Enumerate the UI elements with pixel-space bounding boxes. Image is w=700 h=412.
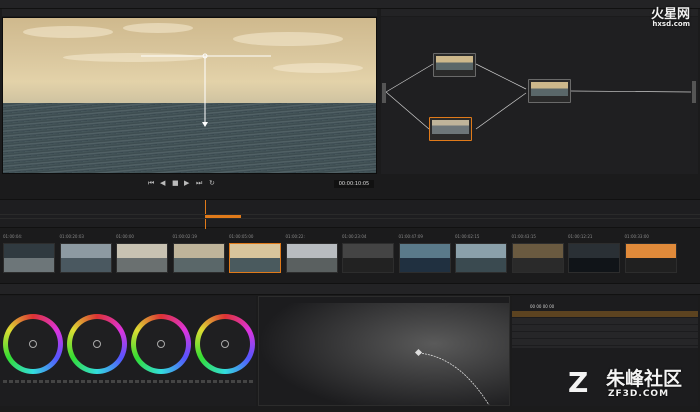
color-wheels-panel	[0, 296, 256, 406]
gain-wheel[interactable]	[131, 314, 191, 374]
clip-timecode: 01:00:47:09	[398, 234, 423, 239]
stop-icon[interactable]: ■	[172, 179, 179, 187]
viewer-toolbar	[2, 9, 377, 16]
skip-start-icon[interactable]: ⏮	[148, 179, 154, 187]
transport-bar: ⏮ ◀ ■ ▶ ⏭ ↻ 00:00:10:05	[2, 176, 377, 191]
clip-thumbnail[interactable]	[3, 243, 55, 273]
hxsd-logo: 火星网 hxsd.com	[650, 7, 690, 28]
play-icon[interactable]: ▶	[184, 179, 189, 187]
clip-thumbnail[interactable]	[59, 243, 112, 273]
layer-rows	[512, 318, 698, 348]
clip-timecode: 01:00:02:19	[172, 234, 197, 239]
zf3d-logo: 朱峰社区 ZF3D.COM Z	[568, 366, 683, 399]
window-widget[interactable]	[3, 18, 377, 174]
video-viewer[interactable]	[2, 17, 377, 174]
skip-end-icon[interactable]: ⏭	[196, 179, 202, 187]
node-editor[interactable]	[381, 17, 698, 174]
serial-node-2[interactable]	[429, 117, 472, 141]
clip-timecode: 01:00:00	[116, 234, 134, 239]
clip-timecode: 01:00:33:00	[624, 234, 649, 239]
clip-timecode: 01:00:04:	[3, 234, 23, 239]
layer-row-selected[interactable]	[512, 311, 698, 317]
wheel-sliders[interactable]	[3, 380, 253, 383]
timecode-display: 00:00:10:05	[334, 180, 374, 188]
clip-timecode: 01:00:23:04	[342, 234, 367, 239]
clip-timecode: 01:00:43:15	[511, 234, 536, 239]
clip-thumbnail[interactable]	[398, 243, 451, 273]
mini-timeline[interactable]	[0, 199, 700, 229]
clip-thumbnail[interactable]	[229, 243, 281, 273]
clip-thumbnail[interactable]	[624, 243, 677, 273]
timeline-track	[0, 214, 700, 219]
clip-thumbnail[interactable]	[455, 243, 507, 273]
layer-timecode: 00 00 00 00	[530, 304, 555, 309]
clip-timecode: 01:00:20:03	[59, 234, 84, 239]
clip-thumbnail[interactable]	[285, 243, 338, 273]
gamma-wheel[interactable]	[67, 314, 127, 374]
top-toolbar	[0, 0, 700, 9]
clip-timecode: 01:00:12:21	[568, 234, 593, 239]
mixer-node[interactable]	[528, 79, 571, 103]
curves-panel[interactable]	[258, 296, 510, 406]
palette-toolbar	[0, 283, 700, 295]
clip-thumbnail[interactable]	[172, 243, 225, 273]
lift-wheel[interactable]	[3, 314, 63, 374]
clip-thumbnail[interactable]	[511, 243, 564, 273]
serial-node-1[interactable]	[433, 53, 476, 77]
curve-graph[interactable]	[259, 297, 509, 406]
clip-strip: 01:00:04: 01:00:20:03 01:00:00 01:00:02:19 0…	[0, 234, 700, 278]
clip-thumbnail[interactable]	[116, 243, 168, 273]
zf-mark-icon: Z	[568, 366, 589, 399]
rewind-icon[interactable]: ◀	[160, 179, 165, 187]
clip-timecode: 01:00:05:00	[229, 234, 254, 239]
clip-thumbnail[interactable]	[568, 243, 620, 273]
clip-thumbnail[interactable]	[342, 243, 394, 273]
clip-timecode: 01:00:02:15	[455, 234, 480, 239]
clip-timecode: 01:00:22:	[285, 234, 305, 239]
offset-wheel[interactable]	[195, 314, 255, 374]
loop-icon[interactable]: ↻	[209, 179, 215, 187]
